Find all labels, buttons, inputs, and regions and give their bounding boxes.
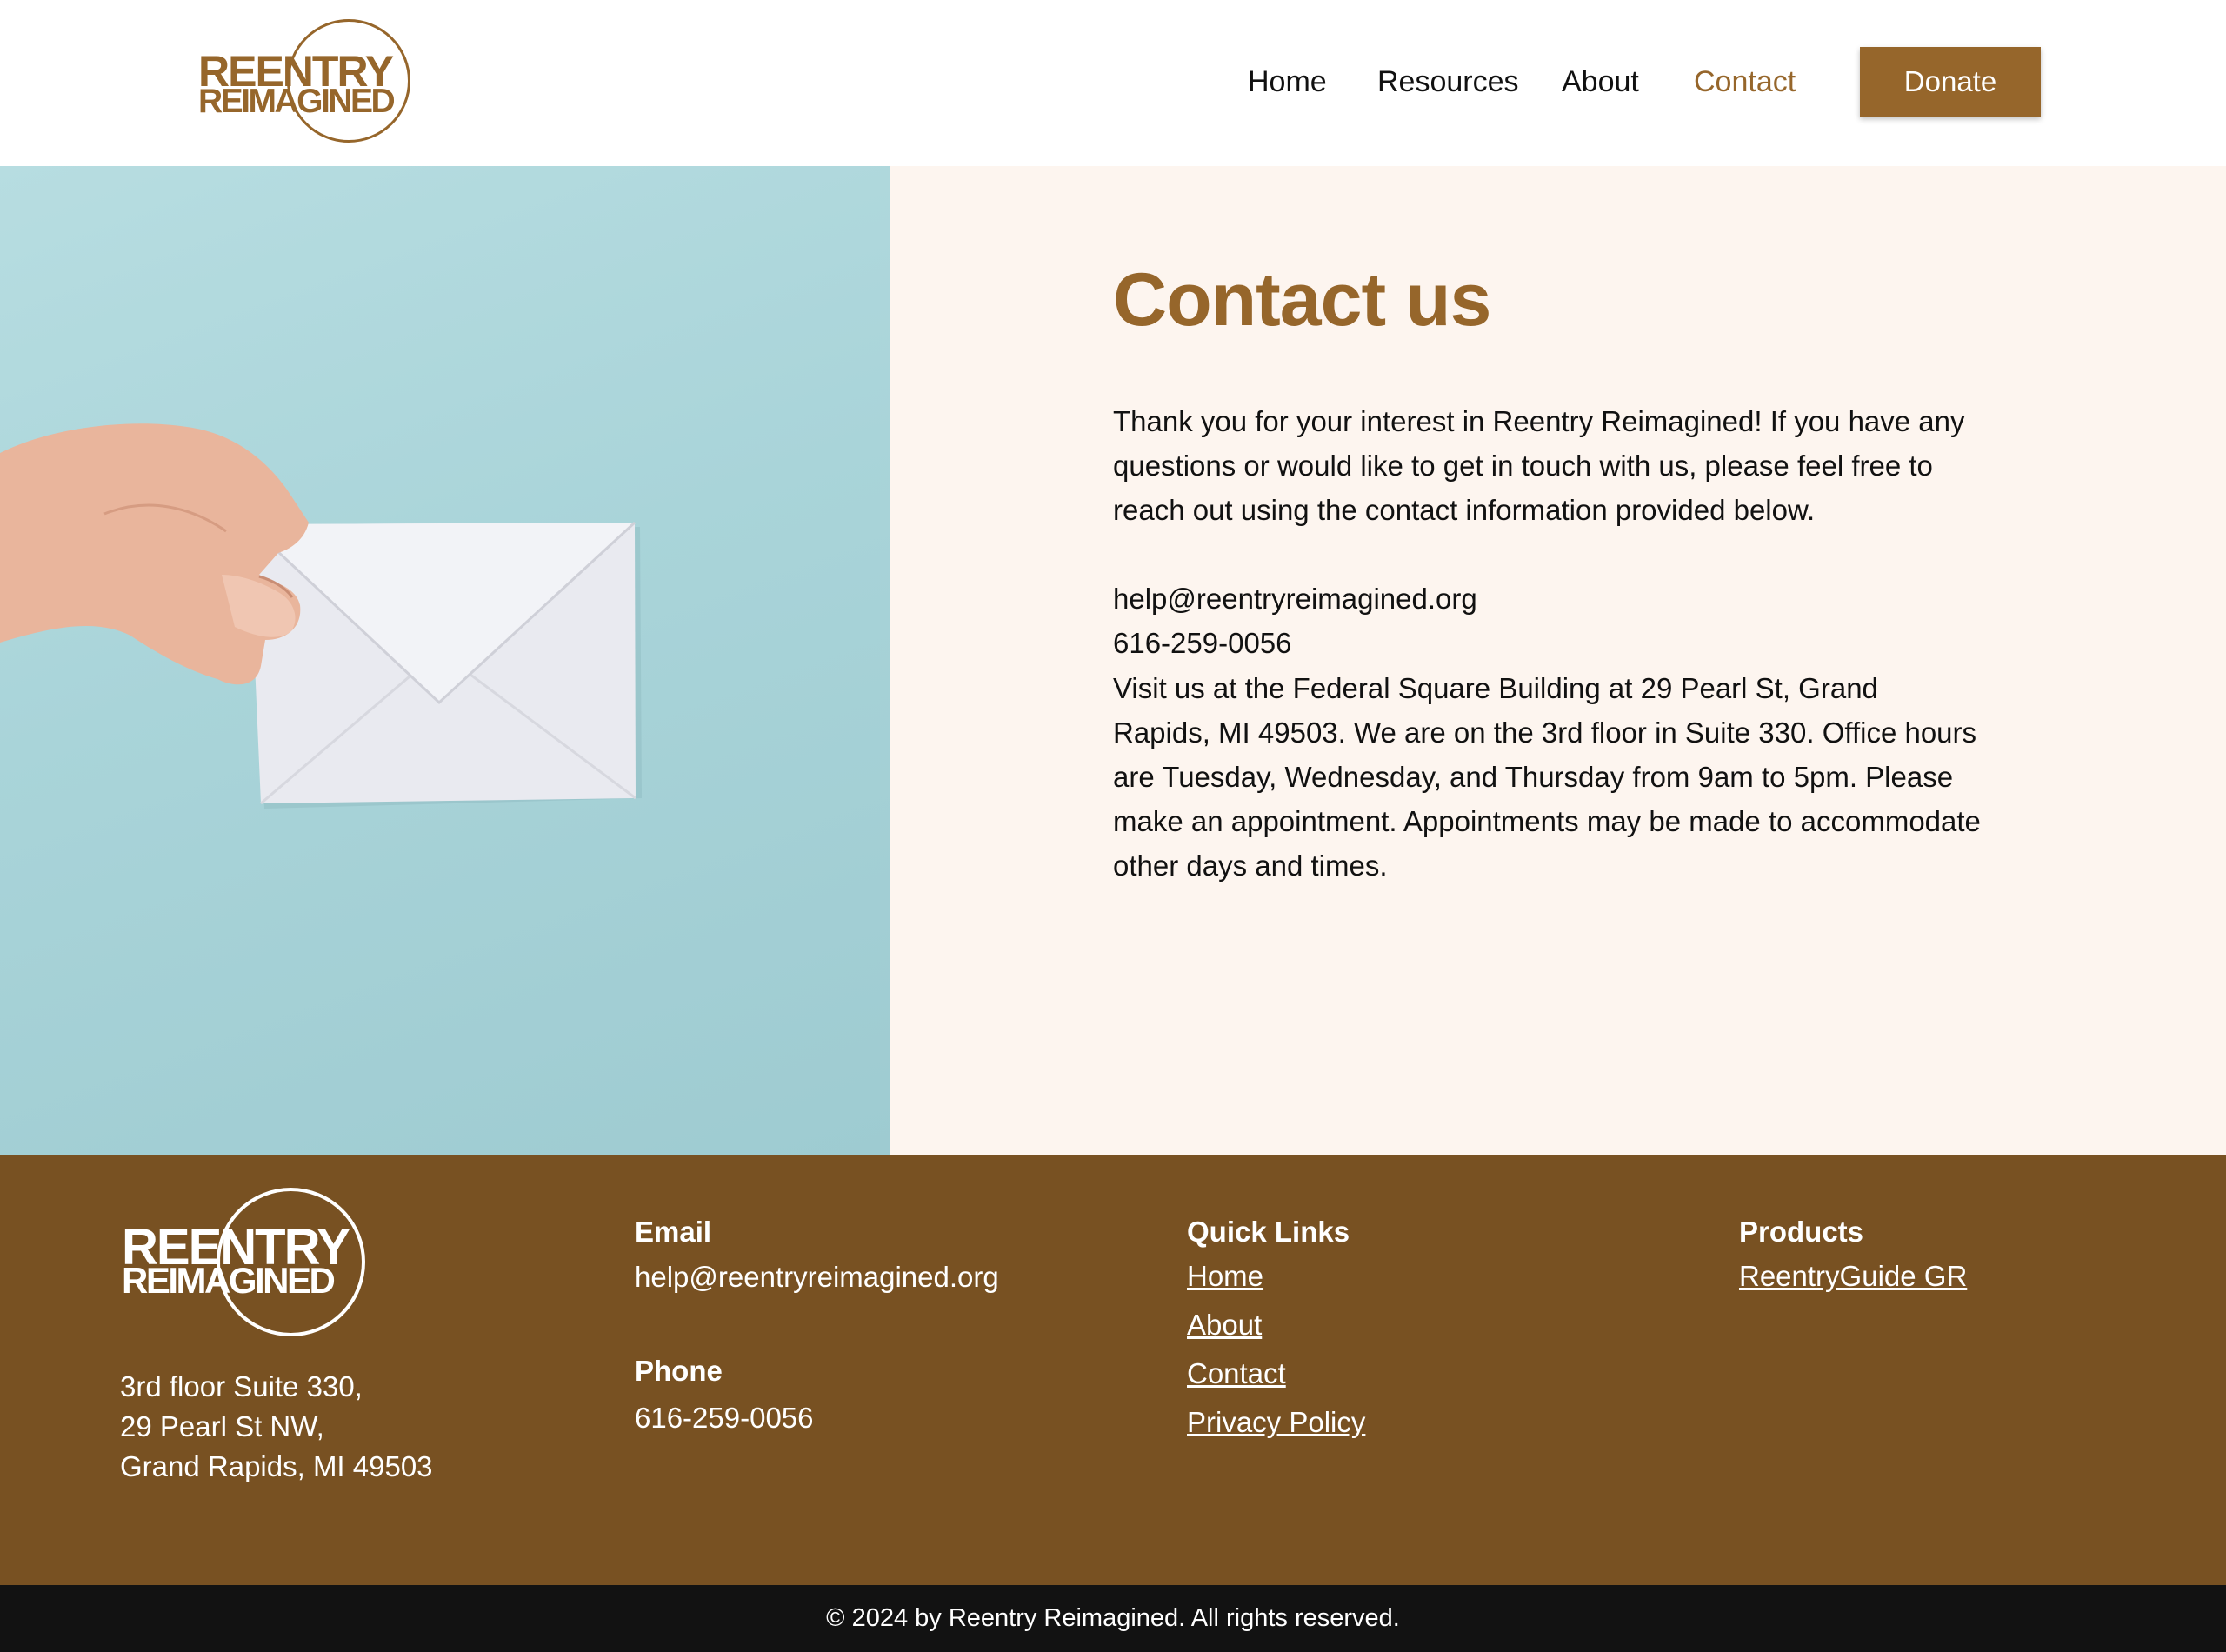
visit-text: Visit us at the Federal Square Building … xyxy=(1113,672,1981,882)
footer-link-contact[interactable]: Contact xyxy=(1187,1349,1365,1398)
nav-resources[interactable]: Resources xyxy=(1377,61,1519,103)
footer-link-home[interactable]: Home xyxy=(1187,1252,1365,1301)
footer-logo[interactable]: REENTRY REIMAGINED xyxy=(120,1188,374,1337)
site-logo[interactable]: REENTRY REIMAGINED xyxy=(197,19,410,146)
hand-holding-envelope-photo xyxy=(0,166,890,1155)
nav-about[interactable]: About xyxy=(1562,61,1639,103)
footer-email-heading: Email xyxy=(635,1216,712,1248)
quick-links-heading: Quick Links xyxy=(1187,1216,1350,1248)
footer-email[interactable]: help@reentryreimagined.org xyxy=(635,1261,999,1294)
address-line: 3rd floor Suite 330, xyxy=(120,1370,363,1402)
footer-link-about[interactable]: About xyxy=(1187,1301,1365,1349)
contact-details: help@reentryreimagined.org 616-259-0056 xyxy=(1113,576,1983,665)
logo-text-line2: REIMAGINED xyxy=(198,83,396,120)
footer-link-reentryguide-gr[interactable]: ReentryGuide GR xyxy=(1739,1252,1967,1301)
footer-quick-links: Quick Links Home About Contact Privacy P… xyxy=(1187,1216,1365,1447)
footer-phone-heading: Phone xyxy=(635,1355,723,1387)
nav-home[interactable]: Home xyxy=(1248,61,1327,103)
contact-hero: Contact us Thank you for your interest i… xyxy=(0,166,2226,1155)
intro-text: Thank you for your interest in Reentry R… xyxy=(1113,405,1965,526)
donate-button[interactable]: Donate xyxy=(1860,47,2041,117)
address-line: 29 Pearl St NW, xyxy=(120,1410,324,1442)
copyright-bar: © 2024 by Reentry Reimagined. All rights… xyxy=(0,1585,2226,1652)
address-line: Grand Rapids, MI 49503 xyxy=(120,1450,433,1482)
contact-email[interactable]: help@reentryreimagined.org xyxy=(1113,583,1477,615)
products-heading: Products xyxy=(1739,1216,1864,1248)
site-footer: REENTRY REIMAGINED 3rd floor Suite 330, … xyxy=(0,1155,2226,1585)
site-header: REENTRY REIMAGINED Home Resources About … xyxy=(0,0,2226,166)
footer-link-privacy-policy[interactable]: Privacy Policy xyxy=(1187,1398,1365,1447)
contact-content: Contact us Thank you for your interest i… xyxy=(890,166,2226,1155)
nav-contact[interactable]: Contact xyxy=(1694,61,1796,103)
footer-phone[interactable]: 616-259-0056 xyxy=(635,1402,999,1435)
footer-logo-line2: REIMAGINED xyxy=(122,1260,336,1301)
page-title: Contact us xyxy=(1113,258,1491,342)
footer-contact-column: Email help@reentryreimagined.org Phone 6… xyxy=(635,1216,999,1435)
footer-address: 3rd floor Suite 330, 29 Pearl St NW, Gra… xyxy=(120,1367,433,1487)
footer-products: Products ReentryGuide GR xyxy=(1739,1216,1967,1301)
envelope-illustration xyxy=(0,423,642,809)
copyright-text: © 2024 by Reentry Reimagined. All rights… xyxy=(826,1604,1400,1632)
contact-phone[interactable]: 616-259-0056 xyxy=(1113,627,1292,659)
